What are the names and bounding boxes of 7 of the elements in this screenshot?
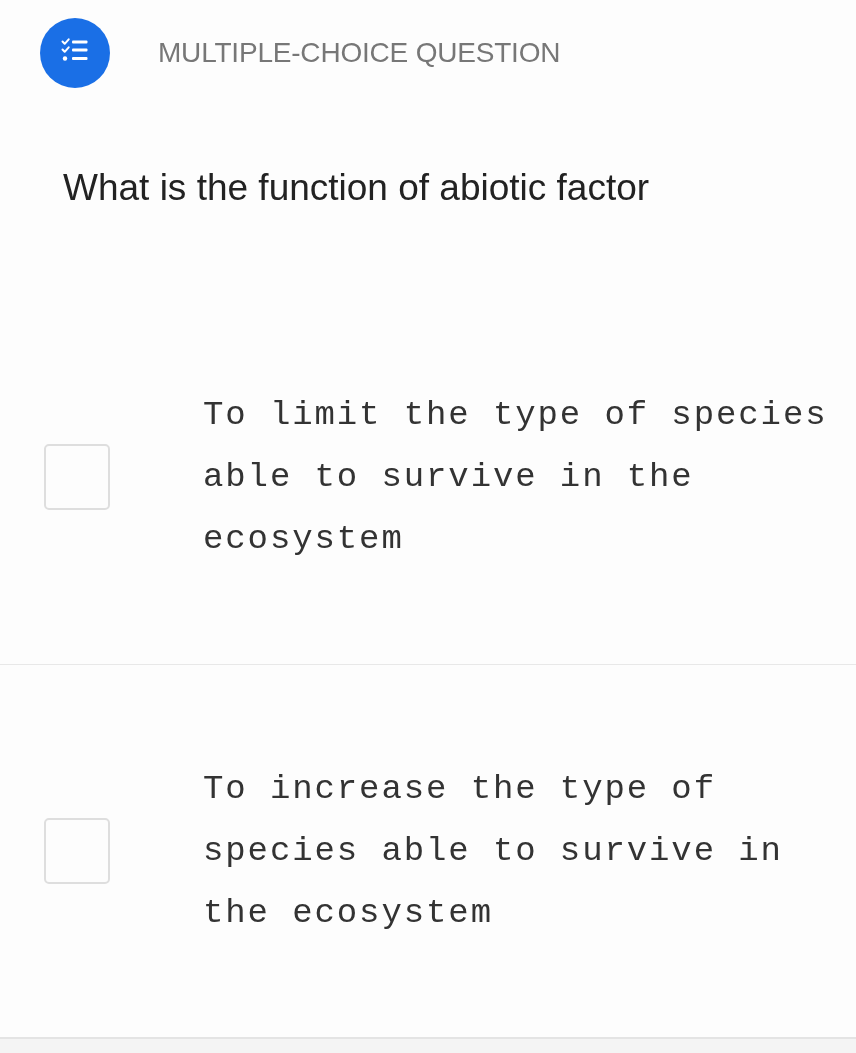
option-text: To limit the type of species able to survive in the ecosystem xyxy=(203,395,829,560)
checklist-icon xyxy=(40,18,110,88)
checkbox[interactable] xyxy=(44,444,110,510)
option-text: To increase the type of species able to survive in the ecosystem xyxy=(203,769,784,934)
checkbox[interactable] xyxy=(44,818,110,884)
question-type-label: MULTIPLE-CHOICE QUESTION xyxy=(158,36,561,70)
question-text: What is the function of abiotic factor xyxy=(63,166,650,210)
